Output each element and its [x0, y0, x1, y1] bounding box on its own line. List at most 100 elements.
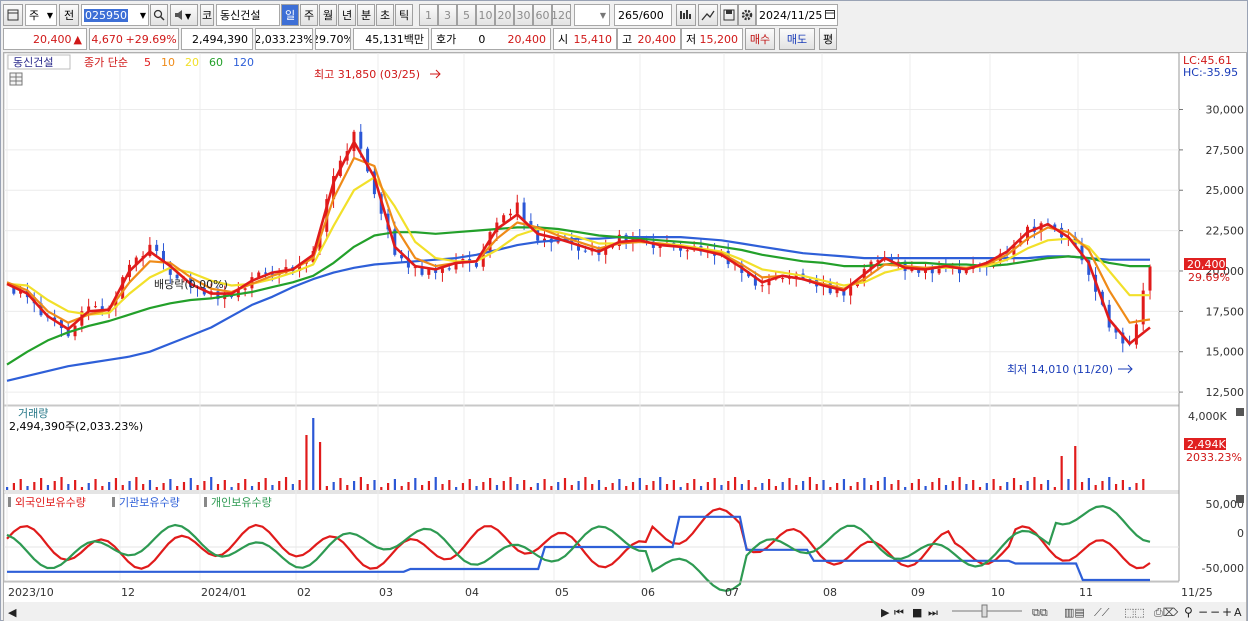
period-tab-0[interactable]: 일	[281, 4, 299, 26]
candle-body	[760, 285, 764, 287]
interval-select[interactable]: ▼	[574, 4, 610, 26]
holding-legend-item: 기관보유수량	[119, 496, 180, 509]
volume-bar	[60, 477, 63, 490]
measure-icon[interactable]: ⬚⬚	[1124, 606, 1145, 619]
price-tick-label: 12,500	[1206, 386, 1245, 399]
volume-bar	[1128, 487, 1131, 490]
time-label: 2023/10	[8, 586, 54, 599]
period-tab-4[interactable]: 분	[357, 4, 375, 26]
zoom-reset-icon[interactable]: −	[1210, 605, 1220, 619]
sell-button[interactable]: 매도	[779, 28, 815, 50]
volume-bar	[461, 483, 465, 490]
chart-type-icon[interactable]: ▥▤	[1064, 606, 1085, 619]
volume-bar	[1033, 477, 1036, 490]
volume-ratio: 2,033.23%	[255, 28, 313, 50]
volume-bar	[121, 485, 124, 490]
price-tick-label: 17,500	[1206, 305, 1245, 318]
search-icon[interactable]	[150, 4, 168, 26]
ma-legend-item: 60	[209, 56, 223, 69]
layout-icon[interactable]: ⧉⧉	[1032, 606, 1048, 619]
zoom-in-icon[interactable]: +	[1222, 605, 1232, 619]
volume-bar	[189, 478, 192, 490]
volume-bar	[223, 480, 226, 490]
candle-body	[359, 131, 363, 149]
candle-body	[515, 202, 519, 214]
time-label: 07	[725, 586, 739, 599]
volume-bar	[264, 478, 267, 490]
period-tab-2[interactable]: 월	[319, 4, 337, 26]
interval-button-0[interactable]: 1	[419, 4, 438, 26]
stock-code-input[interactable]: 025950 ▼	[81, 4, 149, 26]
buy-button[interactable]: 매수	[745, 28, 775, 50]
font-size-icon[interactable]: A	[1234, 606, 1242, 619]
zoom-search-icon[interactable]: ⚲	[1184, 605, 1193, 619]
gear-icon[interactable]	[738, 4, 756, 26]
interval-button-3[interactable]: 10	[476, 4, 495, 26]
volume-panel[interactable]	[3, 405, 1180, 492]
date-picker[interactable]: 2024/11/25	[756, 4, 838, 26]
zoom-out-icon[interactable]: −	[1198, 605, 1208, 619]
save-icon[interactable]	[720, 4, 738, 26]
scroll-right-icon[interactable]: ▶	[881, 606, 890, 619]
ma-label: 종가 단순	[84, 56, 128, 69]
volume-bar	[754, 487, 757, 490]
volume-bar	[768, 479, 771, 490]
volume-bar	[992, 479, 995, 490]
indicator-icon[interactable]	[676, 4, 696, 26]
period-tab-6[interactable]: 틱	[395, 4, 413, 26]
interval-button-7[interactable]: 120	[552, 4, 571, 26]
price-tick-label: 15,000	[1206, 346, 1245, 359]
candle-body	[474, 262, 478, 267]
volume-bar	[597, 480, 601, 490]
chart-area[interactable]: 30,000 27,500 25,000 22,500 20,000 17,500 15,0…	[3, 52, 1247, 621]
interval-button-6[interactable]: 60	[533, 4, 552, 26]
interval-button-5[interactable]: 30	[514, 4, 533, 26]
volume-bar	[1142, 479, 1145, 490]
period-tab-3[interactable]: 년	[338, 4, 356, 26]
speaker-icon[interactable]: ▼	[170, 4, 198, 26]
legend-divider	[112, 497, 115, 507]
volume-bar	[448, 480, 451, 490]
volume-bar	[870, 485, 873, 490]
calendar-icon[interactable]	[825, 9, 835, 22]
volume-bar	[19, 479, 22, 490]
volume-bar	[176, 486, 179, 490]
volume-bar	[788, 478, 791, 490]
chevron-down-icon: ▼	[139, 10, 146, 20]
data-count-field[interactable]: 265/600	[614, 4, 672, 26]
drawing-tool-icon[interactable]	[698, 4, 718, 26]
period-tab-1[interactable]: 주	[300, 4, 318, 26]
volume-bar	[529, 487, 533, 490]
print-icon[interactable]: ⎙⌦	[1154, 606, 1179, 619]
zoom-slider-handle[interactable]	[981, 604, 988, 618]
panel-close-icon[interactable]	[1236, 495, 1244, 503]
market-type-select[interactable]: 주 ▼	[25, 4, 57, 26]
dividend-annotation: 배당락(0.00%)	[154, 278, 228, 291]
volume-bar	[421, 485, 424, 490]
volume-bar	[1114, 484, 1118, 490]
window-menu-icon[interactable]	[3, 4, 23, 26]
volume-bar	[897, 480, 900, 490]
volume-bar	[842, 479, 846, 490]
prev-button[interactable]: 전	[59, 4, 79, 26]
interval-button-2[interactable]: 5	[457, 4, 476, 26]
interval-button-4[interactable]: 20	[495, 4, 514, 26]
stop-icon[interactable]: ■	[912, 606, 922, 619]
volume-bar	[863, 478, 866, 490]
volume-bar	[1087, 478, 1090, 490]
scroll-bar[interactable]	[4, 602, 1246, 621]
price-tick-label: 30,000	[1206, 104, 1245, 117]
time-label: 03	[379, 586, 393, 599]
interval-button-1[interactable]: 3	[438, 4, 457, 26]
holding-legend: 외국인보유수량 기관보유수량 개인보유수량	[8, 496, 272, 509]
panel-close-icon[interactable]	[1236, 408, 1244, 416]
last-page-icon[interactable]: ⏭	[928, 606, 938, 619]
scroll-left-icon[interactable]: ◀	[8, 606, 17, 619]
chart-svg[interactable]: 30,00027,50025,00022,50020,00017,50015,0…	[3, 52, 1246, 621]
period-tab-5[interactable]: 초	[376, 4, 394, 26]
avg-button[interactable]: 평	[819, 28, 837, 50]
first-page-icon[interactable]: ⏮	[894, 606, 904, 619]
stock-name-field[interactable]: 동신건설	[216, 4, 280, 26]
trend-tool-icon[interactable]: ⟋⟋	[1094, 606, 1110, 619]
candle-body	[685, 250, 689, 252]
